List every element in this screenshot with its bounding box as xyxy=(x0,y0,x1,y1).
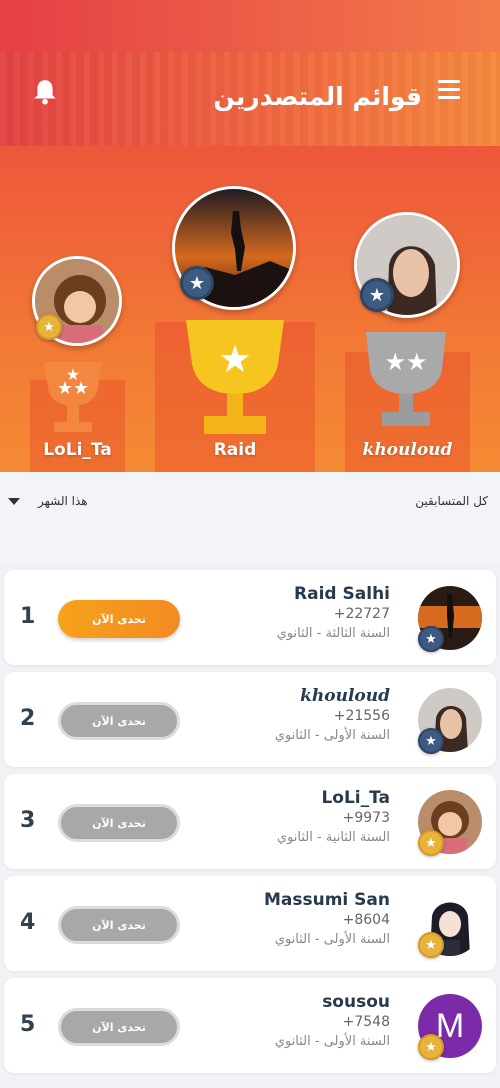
bell-icon[interactable] xyxy=(32,78,58,106)
leaderboard-row[interactable]: 4 تحدى الآن Massumi San +8604 السنة الأو… xyxy=(4,876,496,971)
avatar-badge: ★ xyxy=(418,728,444,754)
user-points: +22727 xyxy=(333,606,390,622)
challenge-button[interactable]: تحدى الآن xyxy=(58,906,180,944)
user-grade: السنة الأولى - الثانوي xyxy=(274,1034,390,1049)
leaderboard-row[interactable]: 3 تحدى الآن LoLi_Ta +9973 السنة الثانية … xyxy=(4,774,496,869)
user-grade: السنة الأولى - الثانوي xyxy=(274,728,390,743)
user-name: sousou xyxy=(322,992,390,1012)
menu-icon[interactable] xyxy=(438,80,460,99)
user-info: Raid Salhi +22727 السنة الثالثة - الثانو… xyxy=(277,584,390,641)
user-name: Raid Salhi xyxy=(294,584,390,604)
rank-number: 1 xyxy=(20,604,36,629)
period-filter[interactable]: هذا الشهر xyxy=(8,494,88,508)
rank-number: 3 xyxy=(20,808,36,833)
avatar-badge: ★ xyxy=(418,626,444,652)
user-info: Massumi San +8604 السنة الأولى - الثانوي xyxy=(264,890,390,947)
period-filter-label: هذا الشهر xyxy=(38,494,88,508)
leaderboard-header-area: قوائم المتصدرين ★ ★★ ★ LoLi_Ta ★ ★ Raid … xyxy=(0,0,500,472)
svg-text:★: ★ xyxy=(218,337,252,381)
rank-number: 2 xyxy=(20,706,36,731)
podium-name-1: Raid xyxy=(213,440,257,460)
filters-bar: هذا الشهر كل المتسابقين xyxy=(0,472,500,562)
podium-badge-1: ★ xyxy=(180,266,214,300)
podium-badge-2: ★ xyxy=(36,314,62,340)
chevron-down-icon xyxy=(8,497,20,505)
user-grade: السنة الثانية - الثانوي xyxy=(276,830,390,845)
user-points: +21556 xyxy=(333,708,390,724)
bronze-trophy-icon: ★★ ★ xyxy=(44,362,102,432)
silver-trophy-icon: ★★ xyxy=(366,332,446,426)
avatar-badge: ★ xyxy=(418,1034,444,1060)
leaderboard-row[interactable]: 1 تحدى الآن Raid Salhi +22727 السنة الثا… xyxy=(4,570,496,665)
user-grade: السنة الثالثة - الثانوي xyxy=(276,626,390,641)
user-name: Massumi San xyxy=(263,890,390,910)
challenge-button[interactable]: تحدى الآن xyxy=(58,600,180,638)
challenge-button[interactable]: تحدى الآن xyxy=(58,702,180,740)
podium-name-3: khouloud xyxy=(362,440,453,460)
leaderboard-row[interactable]: 5 تحدى الآن sousou +7548 السنة الأولى - … xyxy=(4,978,496,1073)
user-points: +9973 xyxy=(342,810,390,826)
challenge-button[interactable]: تحدى الآن xyxy=(58,1008,180,1046)
page-title: قوائم المتصدرين xyxy=(213,82,422,111)
user-info: khouloud +21556 السنة الأولى - الثانوي xyxy=(275,686,390,743)
user-info: sousou +7548 السنة الأولى - الثانوي xyxy=(275,992,390,1049)
user-points: +7548 xyxy=(342,1014,390,1030)
challenge-button[interactable]: تحدى الآن xyxy=(58,804,180,842)
avatar-badge: ★ xyxy=(418,830,444,856)
svg-text:★: ★ xyxy=(66,365,80,384)
avatar-badge: ★ xyxy=(418,932,444,958)
svg-text:★★: ★★ xyxy=(384,348,427,376)
rank-number: 5 xyxy=(20,1012,36,1037)
user-points: +8604 xyxy=(342,912,390,928)
user-grade: السنة الأولى - الثانوي xyxy=(274,932,390,947)
user-name: khouloud xyxy=(300,686,390,706)
podium-badge-3: ★ xyxy=(360,278,394,312)
leaderboard-row[interactable]: 2 تحدى الآن khouloud +21556 السنة الأولى… xyxy=(4,672,496,767)
user-info: LoLi_Ta +9973 السنة الثانية - الثانوي xyxy=(277,788,390,845)
status-bar xyxy=(0,0,500,52)
gold-trophy-icon: ★ xyxy=(186,320,284,434)
scope-filter[interactable]: كل المتسابقين xyxy=(415,494,488,508)
podium-name-2: LoLi_Ta xyxy=(43,440,112,460)
user-name: LoLi_Ta xyxy=(321,788,390,808)
rank-number: 4 xyxy=(20,910,36,935)
